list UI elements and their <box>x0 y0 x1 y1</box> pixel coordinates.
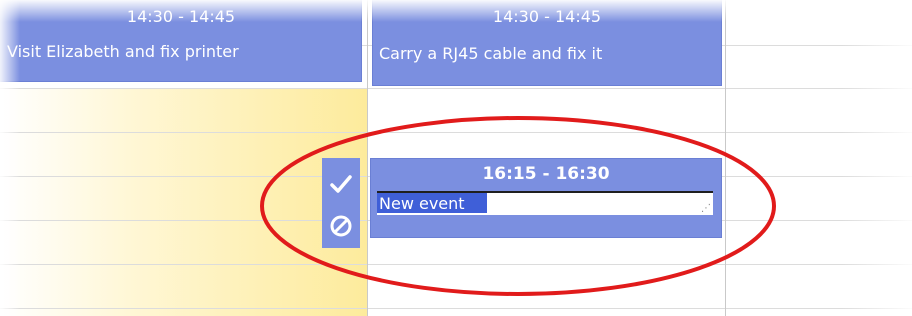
appointment-time: 14:30 - 14:45 <box>126 7 236 26</box>
resize-grip-icon[interactable]: ⋰ <box>701 204 711 214</box>
time-slot-divider <box>0 88 912 89</box>
checkmark-icon <box>330 175 352 193</box>
time-slot-divider <box>0 264 912 265</box>
new-appointment-editor[interactable]: 16:15 - 16:30 New event ⋰ <box>370 158 722 238</box>
day-column[interactable] <box>725 0 912 316</box>
confirm-button[interactable] <box>322 164 360 204</box>
input-text: New event <box>379 194 465 213</box>
appointment-title-input[interactable]: New event ⋰ <box>377 191 713 215</box>
appointment-1[interactable]: 14:30 - 14:45 Visit Elizabeth and fix pr… <box>0 0 362 82</box>
inline-edit-actions <box>322 158 360 248</box>
appointment-title: Visit Elizabeth and fix printer <box>7 42 239 61</box>
column-divider <box>725 0 726 316</box>
column-divider <box>367 0 368 316</box>
appointment-time: 16:15 - 16:30 <box>482 164 610 184</box>
time-slot-divider <box>0 132 912 133</box>
appointment-time: 14:30 - 14:45 <box>492 7 602 26</box>
cancel-icon <box>330 215 352 237</box>
appointment-2[interactable]: 14:30 - 14:45 Carry a RJ45 cable and fix… <box>372 0 722 86</box>
cancel-button[interactable] <box>322 206 360 246</box>
time-slot-divider <box>0 308 912 309</box>
appointment-title: Carry a RJ45 cable and fix it <box>379 44 603 63</box>
